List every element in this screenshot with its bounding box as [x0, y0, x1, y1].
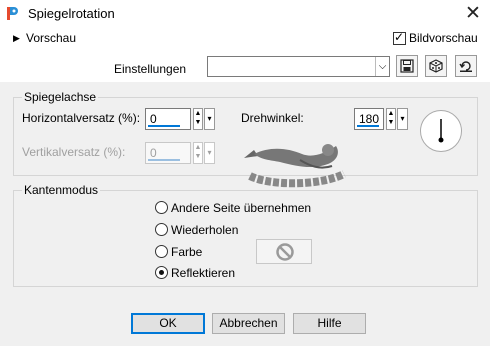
horizontal-offset-input[interactable]: 0	[145, 108, 191, 130]
cancel-button[interactable]: Abbrechen	[212, 313, 285, 334]
mermaid-watermark-icon	[244, 144, 346, 188]
vertical-offset-input: 0	[145, 142, 191, 164]
preview-strip: ▶ Vorschau Bildvorschau Einstellungen ⌵	[0, 28, 490, 82]
help-button[interactable]: Hilfe	[293, 313, 366, 334]
radio-farbe[interactable]	[155, 245, 168, 258]
save-preset-button[interactable]	[396, 55, 418, 77]
horizontal-offset-label: Horizontalversatz (%):	[22, 111, 141, 125]
value-slider-bar	[148, 159, 180, 161]
app-logo-icon	[7, 7, 18, 20]
spin-down-icon: ▼	[194, 153, 202, 160]
randomize-button[interactable]	[425, 55, 447, 77]
title-bar: Spiegelrotation ✕	[0, 0, 490, 28]
rotation-value: 180	[359, 112, 380, 126]
dice-icon	[429, 59, 443, 73]
rotation-input[interactable]: 180	[354, 108, 384, 130]
preview-toggle[interactable]: Vorschau	[26, 31, 76, 45]
spin-buttons[interactable]: ▲ ▼	[386, 108, 396, 130]
dropdown-arrow-icon: ▾	[204, 142, 215, 164]
rotation-dial[interactable]	[420, 110, 462, 152]
radio-reflektieren[interactable]	[155, 266, 168, 279]
window-title: Spiegelrotation	[28, 6, 115, 21]
value-slider-bar[interactable]	[148, 125, 180, 127]
bildvorschau-checkbox[interactable]	[393, 30, 406, 45]
dropdown-arrow-icon[interactable]: ▾	[397, 108, 408, 130]
reset-arrow-icon	[459, 61, 472, 72]
spin-buttons: ▲ ▼	[193, 142, 203, 164]
mirror-axis-title: Spiegelachse	[22, 90, 99, 104]
ok-button[interactable]: OK	[131, 313, 205, 334]
no-color-icon	[276, 243, 294, 261]
settings-combo[interactable]: ⌵	[207, 56, 390, 77]
spin-down-icon[interactable]: ▼	[387, 118, 395, 127]
vertical-offset-spinner: 0 ▲ ▼ ▾	[145, 142, 215, 164]
option-farbe-label[interactable]: Farbe	[171, 245, 202, 259]
value-slider-bar[interactable]	[357, 125, 379, 127]
color-swatch[interactable]	[256, 239, 312, 264]
spin-down-icon[interactable]: ▼	[194, 118, 202, 127]
spin-up-icon[interactable]: ▲	[194, 109, 202, 118]
vertical-offset-value: 0	[150, 146, 157, 160]
radio-andere-seite[interactable]	[155, 201, 168, 214]
option-andere-seite-label[interactable]: Andere Seite übernehmen	[171, 201, 311, 215]
edge-mode-title: Kantenmodus	[22, 183, 101, 197]
close-button[interactable]: ✕	[456, 0, 490, 28]
bildvorschau-label[interactable]: Bildvorschau	[409, 31, 478, 45]
option-wiederholen-label[interactable]: Wiederholen	[171, 223, 238, 237]
mirror-rotation-dialog: Spiegelrotation ✕ ▶ Vorschau Bildvorscha…	[0, 0, 490, 346]
radio-wiederholen[interactable]	[155, 223, 168, 236]
expand-arrow-icon[interactable]: ▶	[13, 33, 20, 44]
spin-up-icon[interactable]: ▲	[387, 109, 395, 118]
rotation-label: Drehwinkel:	[241, 111, 304, 125]
option-reflektieren-label[interactable]: Reflektieren	[171, 266, 235, 280]
chevron-down-icon[interactable]: ⌵	[375, 57, 389, 76]
horizontal-offset-spinner[interactable]: 0 ▲ ▼ ▾	[145, 108, 215, 130]
vertical-offset-label: Vertikalversatz (%):	[22, 145, 126, 159]
floppy-disk-icon	[400, 59, 414, 73]
settings-label: Einstellungen	[114, 62, 187, 76]
dial-needle-icon	[438, 119, 444, 143]
horizontal-offset-value: 0	[150, 112, 157, 126]
spin-up-icon: ▲	[194, 144, 202, 151]
dropdown-arrow-icon[interactable]: ▾	[204, 108, 215, 130]
rotation-spinner[interactable]: 180 ▲ ▼ ▾	[354, 108, 408, 130]
spin-buttons[interactable]: ▲ ▼	[193, 108, 203, 130]
reset-button[interactable]	[455, 55, 477, 77]
